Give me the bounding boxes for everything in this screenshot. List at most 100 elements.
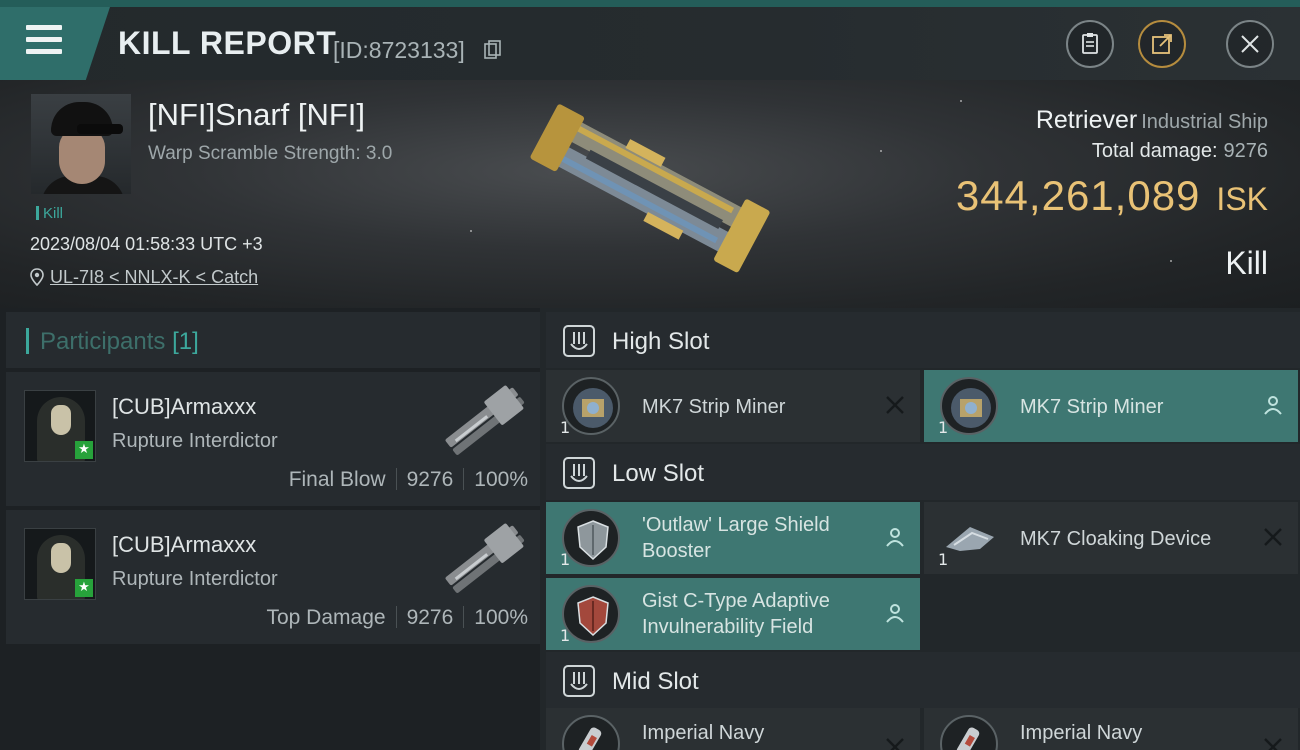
module-item[interactable]: 1 MK7 Strip Miner [546,370,920,442]
hamburger-icon [26,25,62,61]
fitting-panel: High Slot 1 MK7 Strip Miner 1 MK7 Strip … [540,308,1300,750]
isk-amount: 344,261,089 [955,172,1201,219]
total-damage-label: Total damage: [1091,140,1218,162]
participants-panel: Participants [1] ★ [CUB]Armaxxx Rupture … [0,308,540,750]
participant-name: [CUB]Armaxxx [112,394,257,419]
location-pin-icon [30,268,44,286]
isk-unit: ISK [1216,181,1268,217]
participant-damage: 9276 [406,606,454,629]
total-damage-value: 9276 [1223,140,1269,162]
participant-avatar[interactable]: ★ [24,390,96,462]
module-name: Imperial Navy [642,722,765,744]
participant-role: Final Blow [288,468,386,491]
module-item[interactable]: 1 MK7 Strip Miner [924,370,1298,442]
strip-miner-icon [562,377,620,435]
mid-slot-label: Mid Slot [612,668,699,695]
isk-value: 344,261,089 ISK [956,172,1268,220]
destroyed-x-icon [886,738,904,750]
destroyed-x-icon [1264,738,1282,750]
share-icon [1152,34,1172,54]
participant-role: Top Damage [266,606,386,629]
high-slot-label: High Slot [612,328,710,355]
participant-ship: Rupture Interdictor [112,568,278,590]
victim-pilot-name[interactable]: [NFI]Snarf [NFI] [148,97,365,133]
report-id: [ID:8723133] [333,37,465,63]
menu-button[interactable] [0,7,110,80]
participant-stats: Final Blow 9276 100% [289,468,528,492]
total-damage: Total damage: 9276 [1092,140,1268,163]
warp-scramble-strength: Warp Scramble Strength: 3.0 [148,143,393,164]
mid-slot-header: Mid Slot [546,652,1300,708]
participants-header: Participants [1] [6,312,540,368]
location-link[interactable]: UL-7I8 < NNLX-K < Catch [50,267,258,287]
module-quantity: 1 [560,550,571,569]
shield-booster-icon [562,509,620,567]
participant-ship-image [445,523,525,593]
participants-label: Participants [40,328,166,355]
low-slot-icon [563,457,595,489]
imperial-navy-module-icon [940,715,998,750]
destroyed-x-icon [1264,528,1282,546]
victim-ship: Retriever Industrial Ship [1036,106,1268,135]
low-slot-label: Low Slot [612,460,705,487]
module-quantity: 1 [560,418,571,437]
header-accent-line [0,0,1300,7]
high-slot-icon [563,325,595,357]
kill-tag: Kill [36,205,63,222]
module-name: 'Outlaw' Large Shield Booster [642,514,830,562]
participant-name: [CUB]Armaxxx [112,532,257,557]
star-badge-icon: ★ [75,441,93,459]
person-icon [1264,396,1282,415]
share-button[interactable] [1138,20,1186,68]
participant-percent: 100% [474,468,528,491]
module-item[interactable]: 1 'Outlaw' Large Shield Booster [546,502,920,574]
participant-percent: 100% [474,606,528,629]
module-item[interactable]: 1 Gist C-Type Adaptive Invulnerability F… [546,578,920,650]
victim-ship-image [530,104,770,273]
kill-result: Kill [1225,245,1268,281]
participants-count: [1] [172,328,199,355]
kill-location[interactable]: UL-7I8 < NNLX-K < Catch [30,267,258,288]
module-item[interactable]: Imperial Navy [924,708,1298,750]
participant-stats: Top Damage 9276 100% [266,606,528,630]
star-badge-icon: ★ [75,579,93,597]
participant-row[interactable]: ★ [CUB]Armaxxx Rupture Interdictor Top D… [6,510,540,644]
close-button[interactable] [1226,20,1274,68]
low-slot-header: Low Slot [546,444,1300,500]
module-quantity: 1 [938,550,949,569]
participant-avatar[interactable]: ★ [24,528,96,600]
participant-ship-image [445,385,525,455]
imperial-navy-module-icon [562,715,620,750]
destroyed-x-icon [886,396,904,414]
kill-datetime: 2023/08/04 01:58:33 UTC +3 [30,234,263,254]
victim-summary: [NFI]Snarf [NFI] Warp Scramble Strength:… [0,80,1300,308]
participant-ship: Rupture Interdictor [112,430,278,452]
strip-miner-icon [940,377,998,435]
clipboard-icon [1082,33,1098,54]
module-item[interactable]: Imperial Navy [546,708,920,750]
victim-portrait[interactable] [31,94,131,194]
page-title: KILL REPORT [118,25,337,61]
module-quantity: 1 [938,418,949,437]
module-quantity: 1 [560,626,571,645]
module-item[interactable]: 1 MK7 Cloaking Device [924,502,1298,574]
cloaking-device-icon [940,509,998,567]
header-bar: KILL REPORT [ID:8723133] [0,7,1300,80]
high-slot-header: High Slot [546,312,1300,368]
person-icon [886,528,904,547]
report-button[interactable] [1066,20,1114,68]
participant-row[interactable]: ★ [CUB]Armaxxx Rupture Interdictor Final… [6,372,540,506]
module-name: MK7 Strip Miner [642,396,786,418]
copy-icon[interactable] [484,40,502,60]
module-name: MK7 Cloaking Device [1020,528,1212,550]
module-name: MK7 Strip Miner [1020,396,1164,418]
close-icon [1241,35,1259,53]
mid-slot-icon [563,665,595,697]
module-name: Gist C-Type Adaptive Invulnerability Fie… [642,590,830,638]
participant-damage: 9276 [406,468,454,491]
module-name: Imperial Navy [1020,722,1143,744]
victim-ship-class: Industrial Ship [1141,111,1268,133]
person-icon [886,604,904,623]
invulnerability-field-icon [562,585,620,643]
victim-ship-name[interactable]: Retriever [1036,106,1137,134]
